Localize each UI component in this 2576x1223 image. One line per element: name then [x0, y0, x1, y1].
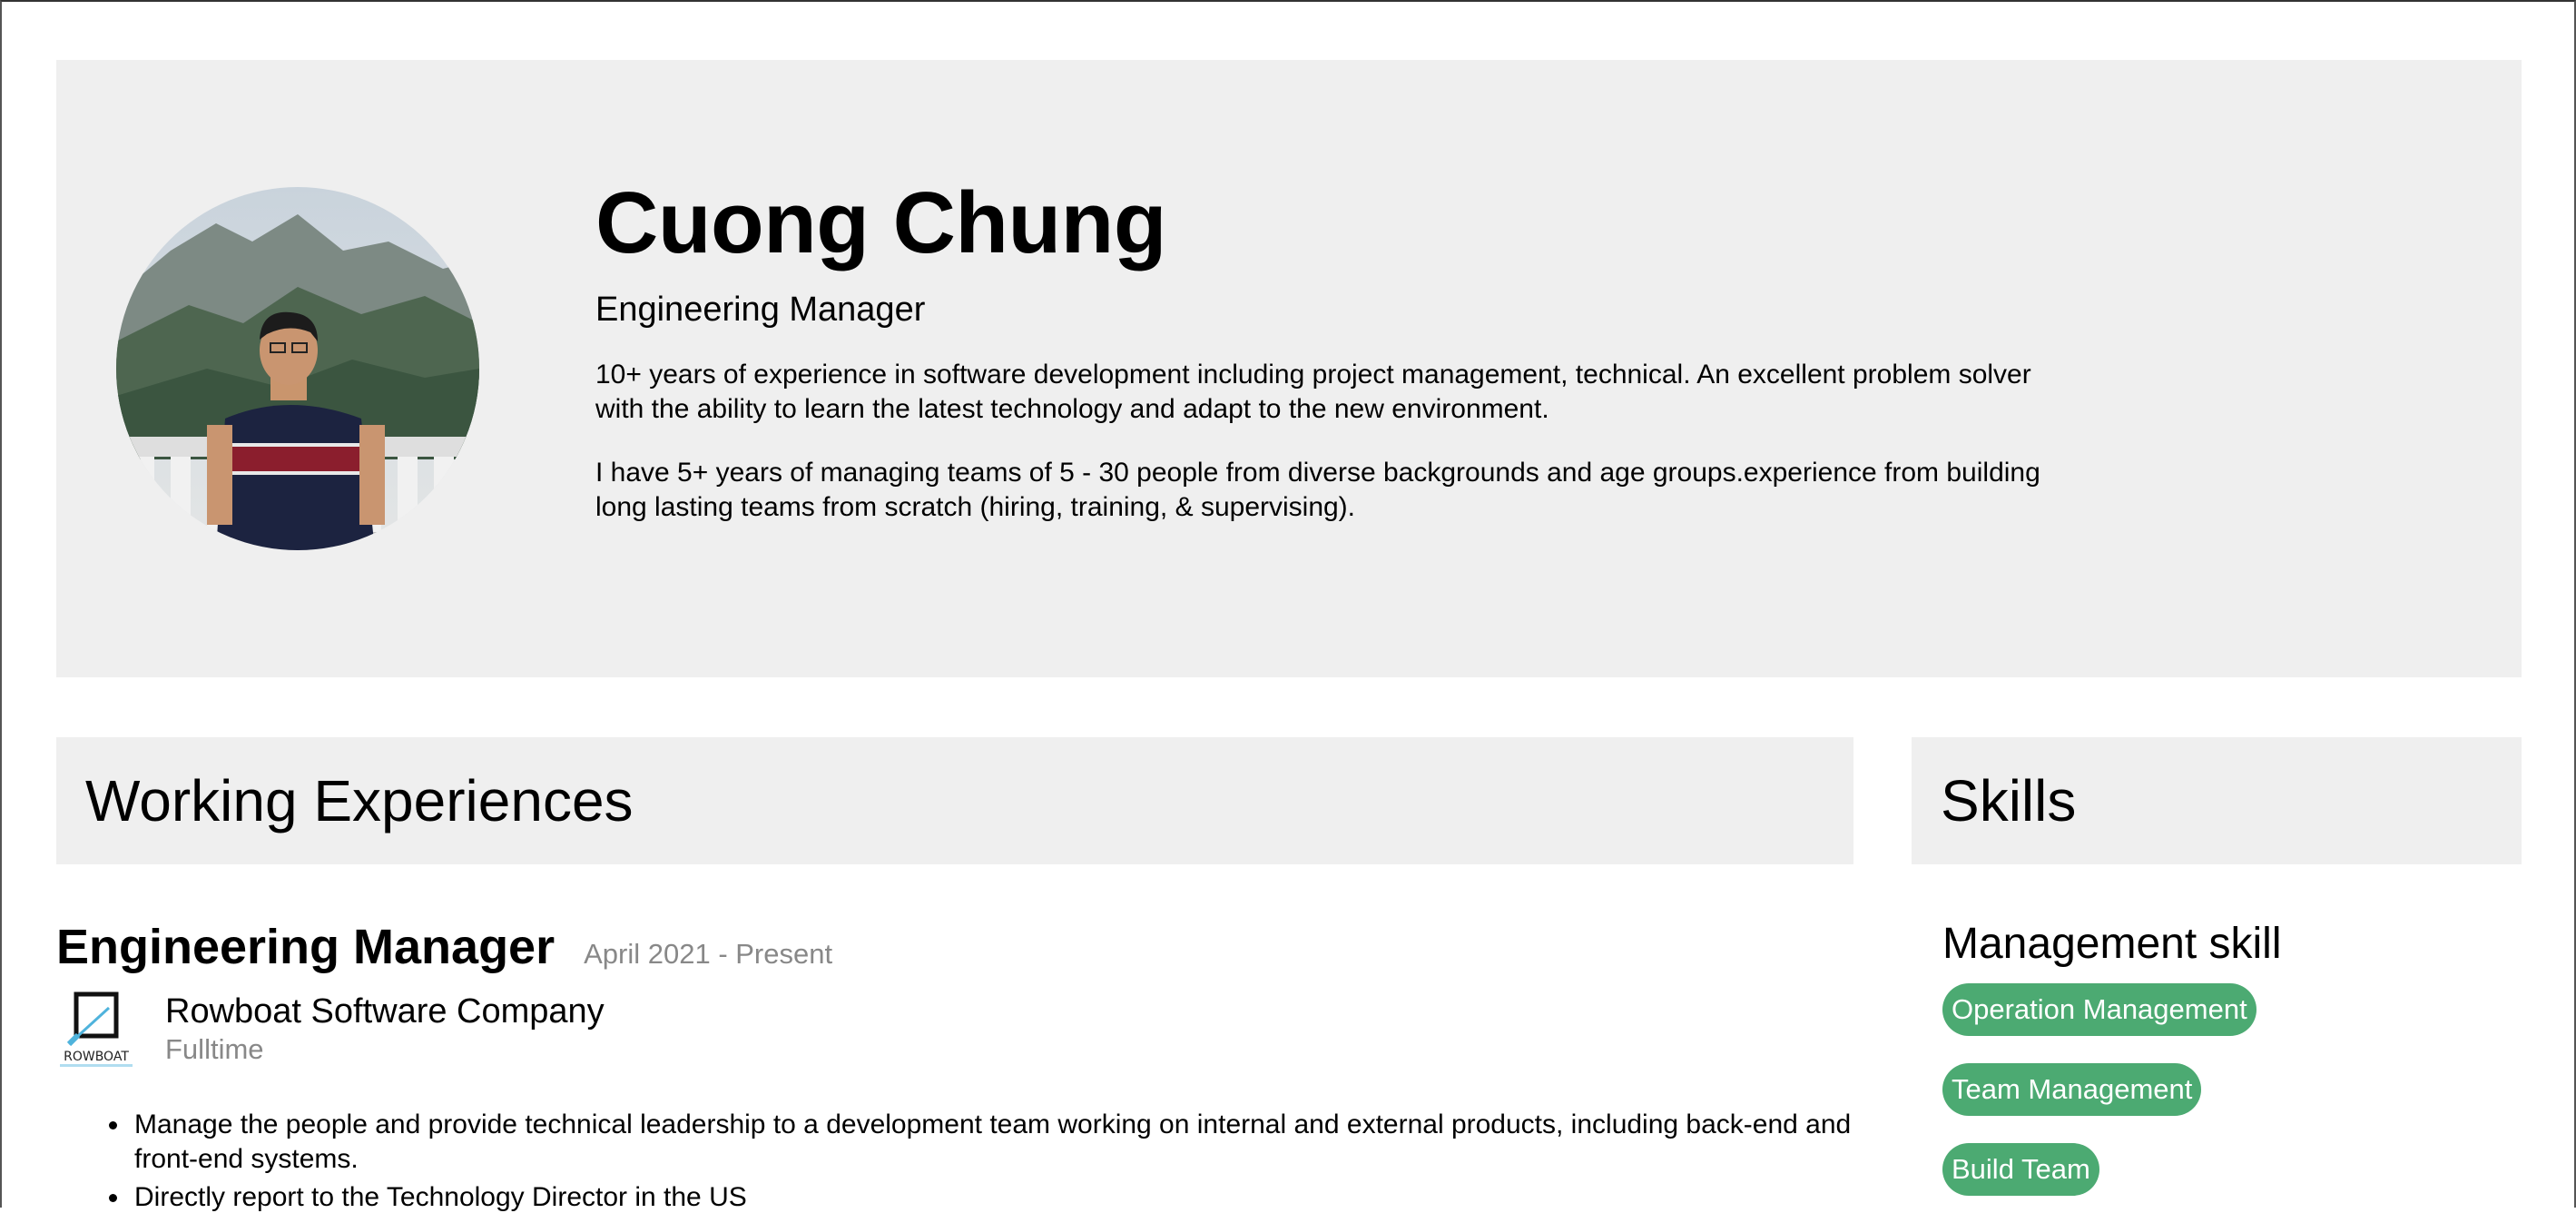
profile-bio: I have 5+ years of managing teams of 5 -…: [595, 458, 2040, 523]
employment-type: Fulltime: [165, 1033, 264, 1065]
profile-title: Engineering Manager: [595, 290, 926, 329]
job-duties: Manage the people and provide technical …: [56, 1108, 1853, 1215]
job-title: Engineering Manager: [56, 920, 556, 974]
company-info: Rowboat Software Company Fulltime: [165, 991, 605, 1068]
company-logo: ROWBOAT: [56, 991, 136, 1071]
experience-entry: Engineering Manager April 2021 - Present…: [56, 919, 1853, 1218]
job-heading: Engineering Manager April 2021 - Present: [56, 919, 1853, 975]
experience-section-header: Working Experiences: [56, 737, 1853, 864]
profile-summary: Cuong Chung Engineering Manager 10+ year…: [595, 174, 2084, 525]
skills-panel: Management skill Operation Management Te…: [1942, 919, 2505, 1223]
skill-tag: Team Management: [1942, 1063, 2202, 1116]
profile-bio: 10+ years of experience in software deve…: [595, 360, 2031, 425]
skill-tag: Build Team: [1942, 1143, 2099, 1196]
company-logo-text: ROWBOAT: [64, 1050, 129, 1064]
job-date-range: April 2021 - Present: [584, 938, 833, 970]
experience-section-title: Working Experiences: [85, 768, 634, 833]
job-duty-item: Directly report to the Technology Direct…: [131, 1180, 1853, 1215]
company-row: ROWBOAT Rowboat Software Company Fulltim…: [56, 991, 1853, 1071]
company-name: Rowboat Software Company: [165, 992, 605, 1031]
skills-section-header: Skills: [1912, 737, 2522, 864]
skills-section-title: Skills: [1941, 768, 2077, 833]
skill-tag: Operation Management: [1942, 983, 2256, 1036]
profile-header: Cuong Chung Engineering Manager 10+ year…: [56, 60, 2522, 677]
job-duty-item: Manage the people and provide technical …: [131, 1108, 1853, 1177]
skill-group-title: Management skill: [1942, 920, 2282, 968]
profile-name: Cuong Chung: [595, 174, 1166, 271]
profile-photo: [116, 187, 479, 550]
